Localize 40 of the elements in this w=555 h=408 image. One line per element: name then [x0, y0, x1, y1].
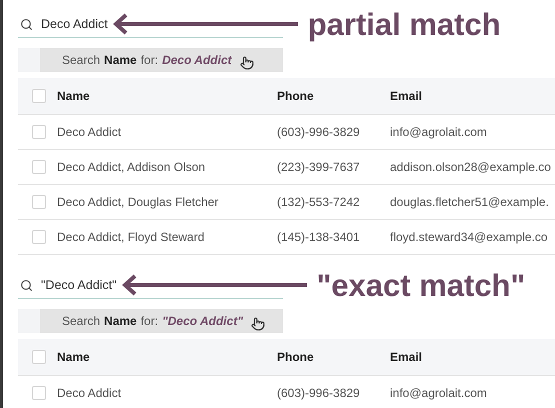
- table-cell-text: (145)-138-3401: [277, 230, 361, 244]
- checkbox[interactable]: [32, 125, 46, 139]
- table-cell-text: addison.olson28@example.co: [390, 160, 552, 174]
- panel-background: [18, 309, 40, 333]
- table-cell-text: (223)-399-7637: [277, 160, 361, 174]
- table-cell-text: Deco Addict, Douglas Fletcher: [57, 195, 220, 209]
- column-header[interactable]: Email: [390, 350, 555, 364]
- hand-pointer-icon: [240, 56, 254, 70]
- panel-background: [18, 48, 40, 72]
- table-cell-text: douglas.fletcher51@example.: [390, 195, 550, 209]
- table-cell-text: (603)-996-3829: [277, 125, 361, 139]
- search-field[interactable]: Deco Addict: [18, 12, 108, 36]
- table-cell-text: Deco Addict: [57, 125, 122, 139]
- checkbox[interactable]: [32, 160, 46, 174]
- table-cell-text: info@agrolait.com: [390, 386, 488, 400]
- table-cell-text: (132)-553-7242: [277, 195, 361, 209]
- table-cell-text: floyd.steward34@example.co: [390, 230, 549, 244]
- checkbox[interactable]: [32, 350, 46, 364]
- search-icon: [20, 278, 33, 292]
- search-field[interactable]: "Deco Addict": [18, 273, 117, 297]
- column-header[interactable]: Phone: [277, 350, 390, 364]
- hand-pointer-icon: [251, 317, 266, 331]
- table-cell-text: Deco Addict, Floyd Steward: [57, 230, 206, 244]
- checkbox[interactable]: [32, 230, 46, 244]
- search-suggestion[interactable]: Search Name for: "Deco Addict": [40, 309, 283, 333]
- table-cell-text: (603)-996-3829: [277, 386, 361, 400]
- column-header[interactable]: Name: [57, 350, 277, 364]
- checkbox[interactable]: [32, 386, 46, 400]
- table-cell-text: Deco Addict: [57, 386, 122, 400]
- column-header[interactable]: Name: [57, 89, 277, 103]
- search-icon: [20, 18, 33, 30]
- search-suggestion[interactable]: Search Name for: Deco Addict: [40, 48, 283, 72]
- table-cell-text: info@agrolait.com: [390, 125, 488, 139]
- checkbox[interactable]: [32, 195, 46, 209]
- annotation-label: partial match: [308, 8, 501, 40]
- annotation-label: "exact match": [316, 270, 526, 300]
- table-cell-text: Deco Addict, Addison Olson: [57, 160, 206, 174]
- column-header[interactable]: Phone: [277, 89, 390, 103]
- column-header[interactable]: Email: [390, 89, 555, 103]
- checkbox[interactable]: [32, 89, 46, 103]
